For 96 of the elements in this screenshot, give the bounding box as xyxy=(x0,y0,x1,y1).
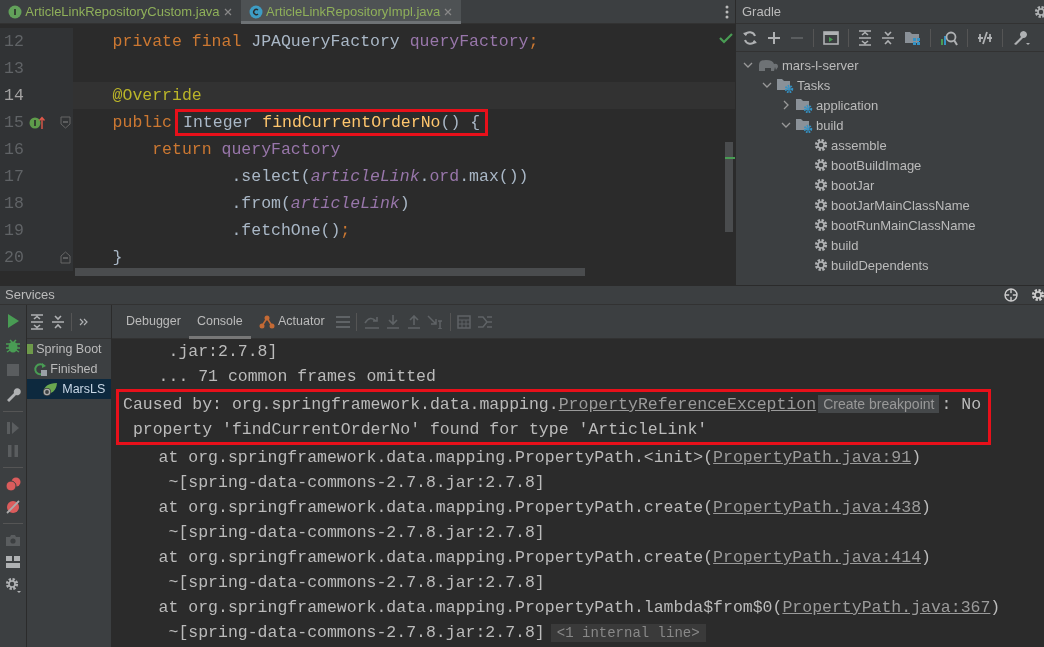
tree-item[interactable]: bootJar xyxy=(831,175,875,195)
task-gear-icon xyxy=(814,138,828,153)
rerun-icon xyxy=(33,362,47,376)
task-gear-icon xyxy=(814,238,828,253)
tree-item[interactable]: assemble xyxy=(831,135,887,155)
close-icon[interactable] xyxy=(222,7,233,17)
console-tab[interactable]: Actuator xyxy=(250,304,333,339)
console-tab[interactable]: Console xyxy=(188,304,251,339)
mute-breakpoints-icon[interactable] xyxy=(6,500,20,514)
debug-icon[interactable] xyxy=(5,338,21,354)
task-folder-icon xyxy=(795,97,813,114)
tree-row[interactable]: Finished xyxy=(27,359,111,379)
elephant-icon xyxy=(757,58,779,73)
task-gear-icon xyxy=(814,218,828,233)
file-tab[interactable]: ArticleLinkRepositoryImpl.java xyxy=(240,0,462,24)
tree-item[interactable]: bootJarMainClassName xyxy=(831,195,970,215)
vertical-scrollbar[interactable] xyxy=(725,142,733,232)
tree-item[interactable]: bootBuildImage xyxy=(831,155,922,175)
layout-icon[interactable] xyxy=(6,556,20,568)
task-gear-icon xyxy=(814,158,828,173)
offline-toggle-icon[interactable] xyxy=(977,29,993,46)
collapse-all-icon[interactable] xyxy=(50,313,65,330)
interface-icon xyxy=(8,5,22,19)
expand-all-icon[interactable] xyxy=(30,313,45,330)
task-gear-icon xyxy=(814,198,828,213)
folder-grid-icon[interactable] xyxy=(904,30,921,45)
console-line: Caused by: org.springframework.data.mapping.PropertyReferenceException Create breakpoint : No xyxy=(123,394,982,416)
file-tab[interactable]: ArticleLinkRepositoryCustom.java xyxy=(0,0,241,24)
class-icon xyxy=(248,5,263,19)
console-line: ~[spring-data-commons-2.7.8.jar:2.7.8] xyxy=(167,472,546,494)
console-line: ~[spring-data-commons-2.7.8.jar:2.7.8] xyxy=(167,522,546,544)
source-link[interactable]: PropertyReferenceException xyxy=(558,395,817,414)
console-line: ~[spring-data-commons-2.7.8.jar:2.7.8] xyxy=(167,572,546,594)
task-folder-icon xyxy=(776,77,794,94)
tree-item[interactable]: build xyxy=(816,115,844,135)
console-line: at org.springframework.data.mapping.PropertyPath.lambda$from$0(PropertyPath.java:367) xyxy=(157,597,1002,619)
collapse-all-icon[interactable] xyxy=(881,29,895,46)
console-line: at org.springframework.data.mapping.PropertyPath.<init>(PropertyPath.java:91) xyxy=(157,447,923,469)
code-line: .fetchOne(); xyxy=(230,220,351,242)
source-link[interactable]: PropertyPath.java:367 xyxy=(782,598,991,617)
fold-icon[interactable] xyxy=(60,251,71,264)
run-task-icon[interactable] xyxy=(823,30,839,45)
console-tab[interactable]: Debugger xyxy=(118,304,189,339)
panel-title: Gradle xyxy=(742,3,782,21)
change-marker xyxy=(725,157,735,159)
code-line: .select(articleLink.ord.max()) xyxy=(230,166,529,188)
run-icon[interactable] xyxy=(6,313,20,329)
tree-item[interactable]: application xyxy=(816,95,879,115)
source-link[interactable]: PropertyPath.java:438 xyxy=(713,498,922,517)
tree-item[interactable]: buildDependents xyxy=(831,255,929,275)
tree-item[interactable]: build xyxy=(831,235,859,255)
fold-icon[interactable] xyxy=(60,116,71,129)
code-line: return queryFactory xyxy=(151,139,341,161)
close-icon[interactable] xyxy=(443,7,454,17)
code-line: private final JPAQueryFactory queryFactory; xyxy=(111,31,539,53)
console-line: ... 71 common frames omitted xyxy=(157,366,437,388)
expand-all-icon[interactable] xyxy=(858,29,872,46)
breakpoints-icon[interactable] xyxy=(5,477,21,491)
more-icon[interactable] xyxy=(724,4,729,19)
task-folder-icon xyxy=(795,117,813,134)
console-line: at org.springframework.data.mapping.PropertyPath.create(PropertyPath.java:414) xyxy=(157,547,932,569)
line-number: 14 xyxy=(3,85,25,107)
check-icon xyxy=(719,32,733,44)
settings-icon xyxy=(1034,4,1044,19)
console-line: .jar:2.7.8] xyxy=(167,341,279,363)
refresh-icon[interactable] xyxy=(742,29,758,46)
source-link[interactable]: PropertyPath.java:91 xyxy=(713,448,912,467)
horizontal-scrollbar[interactable] xyxy=(75,268,585,276)
source-link[interactable]: PropertyPath.java:414 xyxy=(713,548,922,567)
code-line: } xyxy=(111,247,123,269)
tree-item[interactable]: bootRunMainClassName xyxy=(831,215,976,235)
settings-icon[interactable] xyxy=(5,577,21,593)
more-icon[interactable] xyxy=(78,317,89,326)
spring-app-icon xyxy=(41,381,59,397)
actuator-icon xyxy=(258,314,275,329)
tree-row[interactable]: Spring Boot xyxy=(27,339,111,359)
task-gear-icon xyxy=(814,178,828,193)
implements-icon[interactable] xyxy=(29,115,45,131)
console-line: ~[spring-data-commons-2.7.8.jar:2.7.8] <1 internal line> xyxy=(119,620,1044,645)
tree-item[interactable]: Tasks xyxy=(797,75,831,95)
add-icon[interactable] xyxy=(767,30,781,45)
panel-title: Services xyxy=(5,286,55,304)
console-line: at org.springframework.data.mapping.PropertyPath.create(PropertyPath.java:438) xyxy=(157,497,932,519)
highlighted-code: Integer findCurrentOrderNo() { xyxy=(175,109,489,136)
code-line: public xyxy=(111,112,173,134)
target-icon[interactable] xyxy=(1004,288,1018,302)
console-line: property 'findCurrentOrderNo' found for type 'ArticleLink' xyxy=(131,419,709,441)
task-gear-icon xyxy=(814,258,828,273)
analyze-icon[interactable] xyxy=(940,29,958,46)
settings-icon xyxy=(1031,288,1044,302)
code-line: .from(articleLink) xyxy=(230,193,410,215)
folded-lines-link[interactable]: <1 internal line> xyxy=(550,624,706,642)
tree-row[interactable]: MarsLS xyxy=(27,379,111,399)
tree-item[interactable]: mars-l-server xyxy=(782,55,859,75)
create-breakpoint-button[interactable]: Create breakpoint xyxy=(818,395,940,413)
code-line: @Override xyxy=(111,85,202,107)
